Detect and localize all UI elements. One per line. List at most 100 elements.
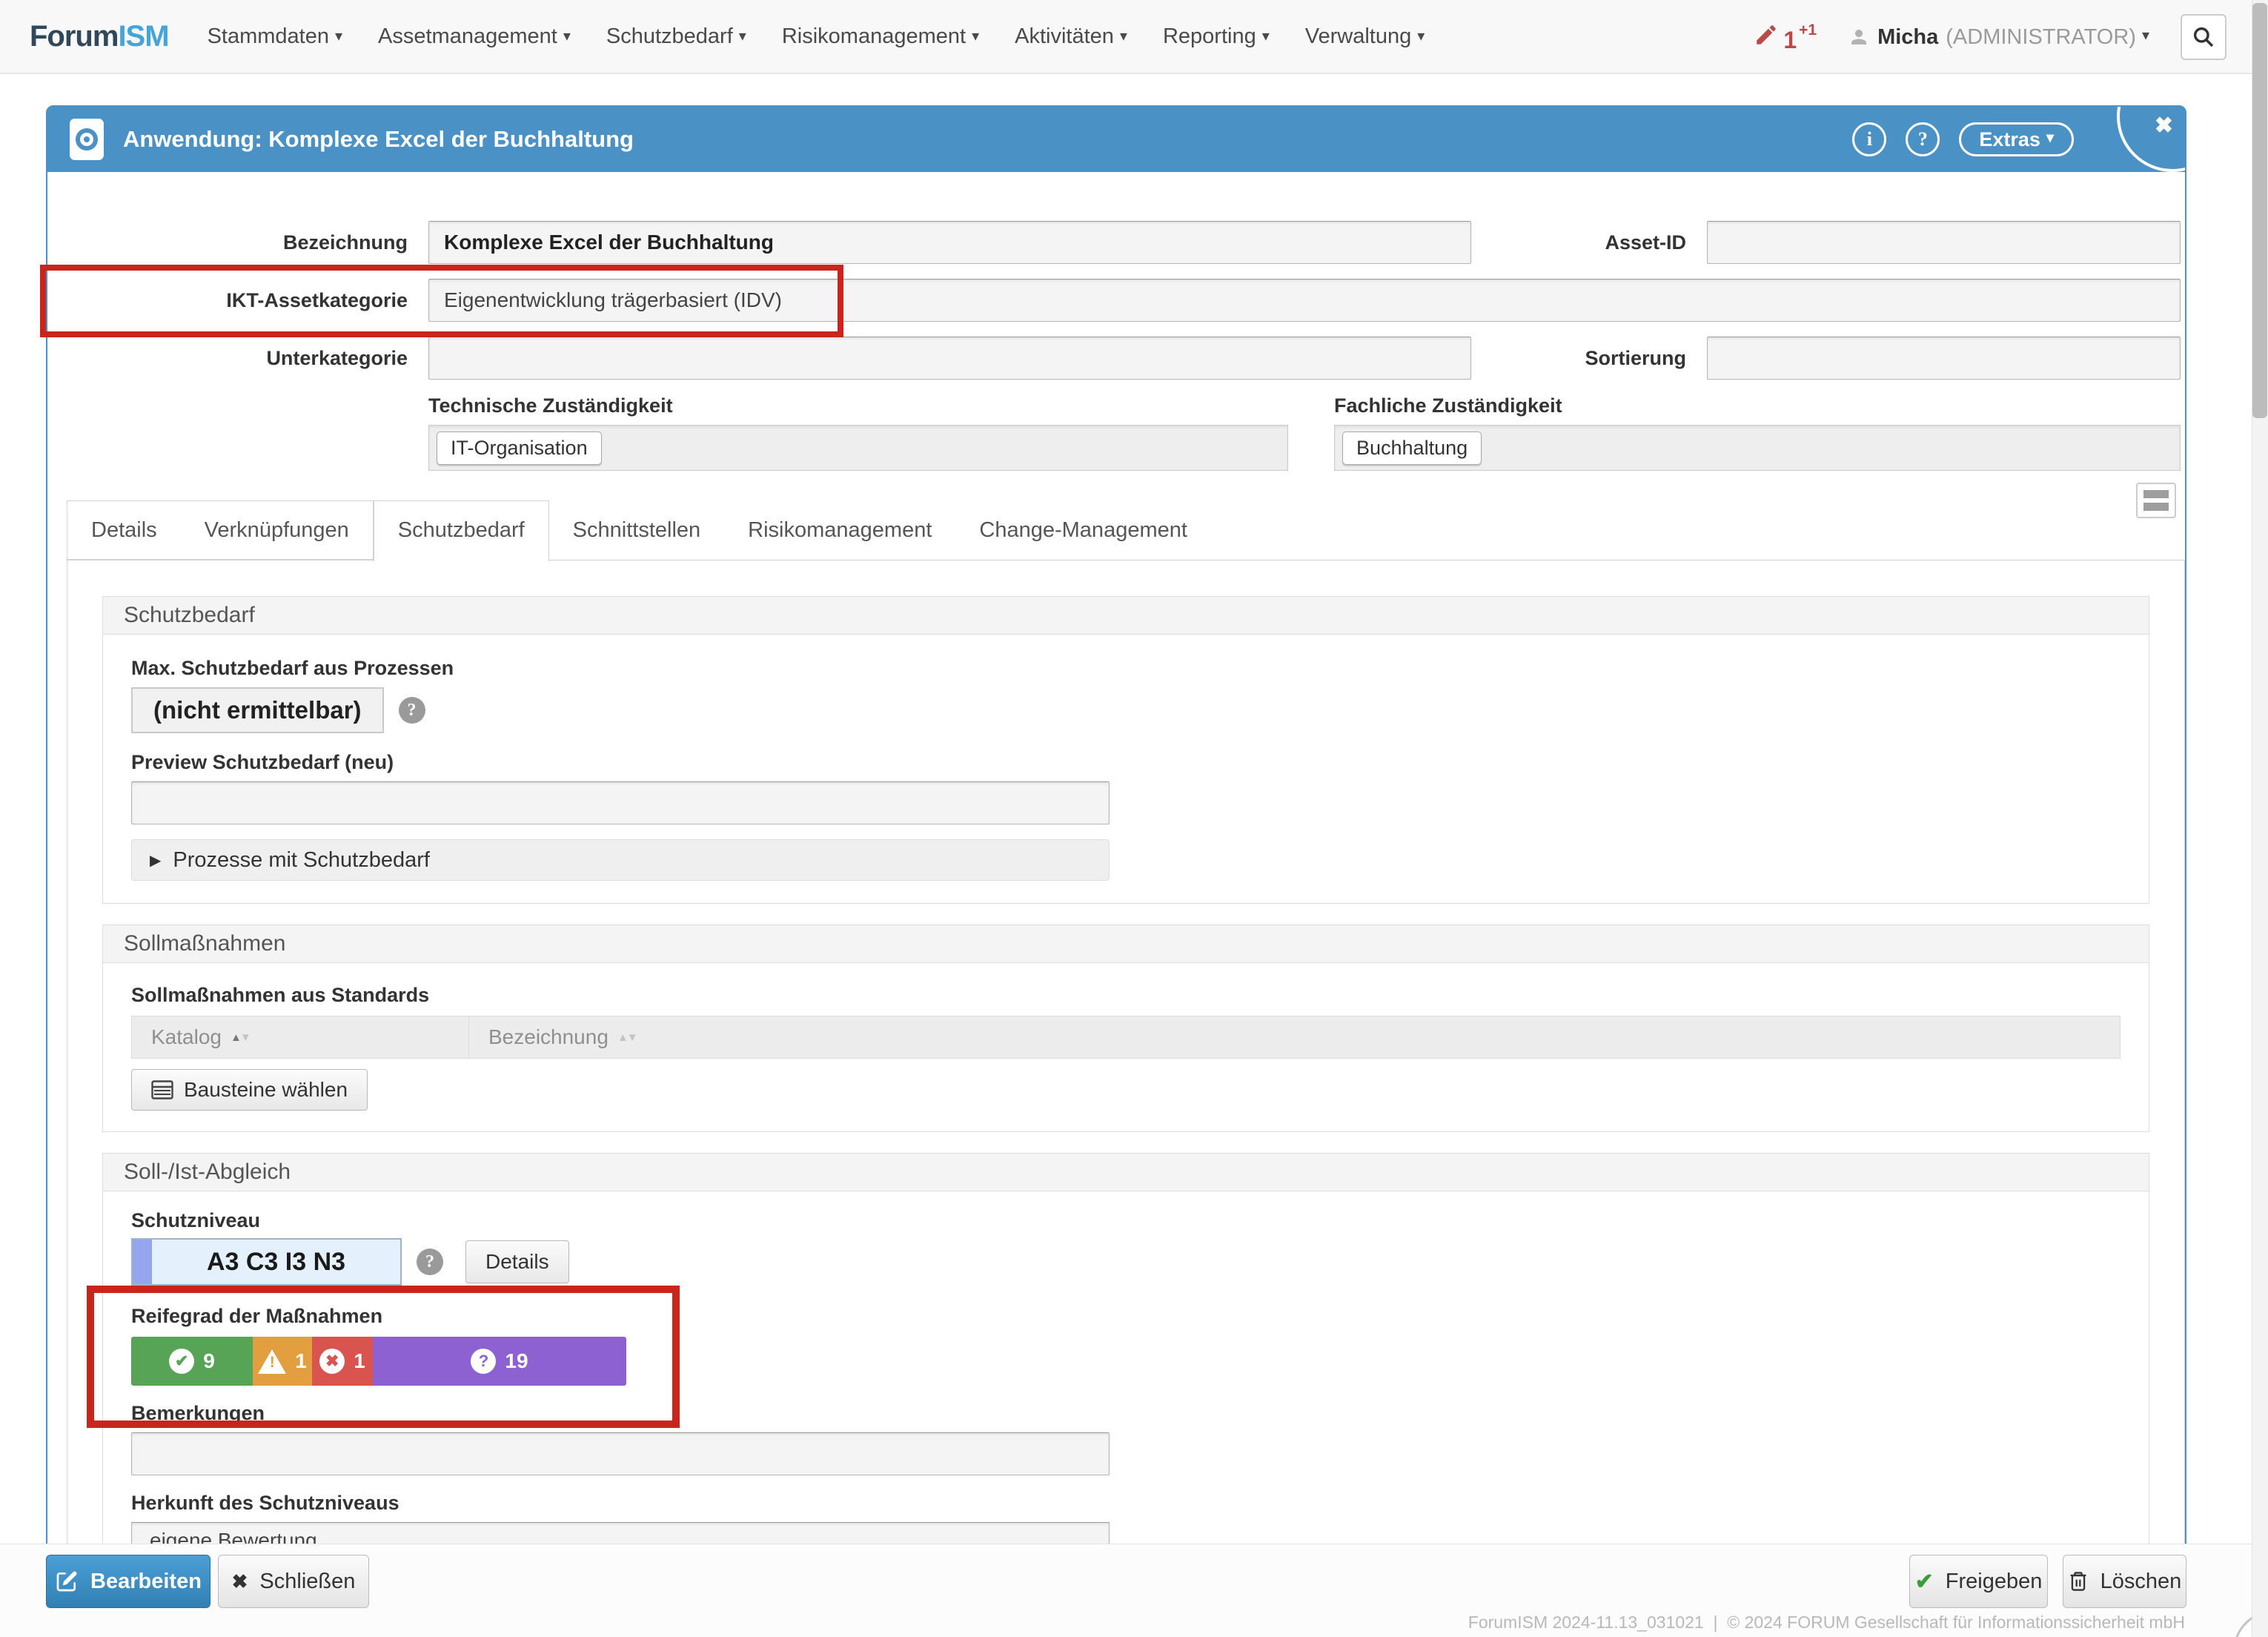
schutzniveau-value-box: A3 C3 I3 N3 [131,1238,402,1286]
action-bar: Bearbeiten ✖ Schließen ✔ Freigeben Lösch… [0,1544,2268,1637]
application-icon [70,119,104,160]
unterkategorie-label: Unterkategorie [47,347,408,370]
extras-dropdown[interactable]: Extras▾ [1959,122,2074,156]
preview-schutzbedarf-label: Preview Schutzbedarf (neu) [131,751,2121,774]
triangle-right-icon: ▶ [150,851,161,870]
max-schutzbedarf-value: (nicht ermittelbar) [131,687,384,733]
nav-item-stammdaten[interactable]: Stammdaten▾ [208,24,342,49]
modal-header: Anwendung: Komplexe Excel der Buchhaltun… [47,107,2185,172]
asset-id-label: Asset-ID [1492,231,1686,254]
bausteine-waehlen-button[interactable]: Bausteine wählen [131,1069,368,1111]
tab-change-management[interactable]: Change-Management [955,500,1211,560]
edit-count: 1 [1783,28,1797,52]
asset-id-field[interactable] [1707,221,2181,264]
tab-details[interactable]: Details [67,501,181,559]
user-menu[interactable]: Micha (ADMINISTRATOR) ▾ [1848,25,2149,50]
column-header-bezeichnung[interactable]: Bezeichnung▲▼ [469,1016,637,1058]
schutzniveau-value: A3 C3 I3 N3 [152,1240,400,1284]
segment-unknown[interactable]: ? 19 [373,1337,626,1386]
close-icon[interactable]: ✖ [2155,113,2173,139]
nav-item-schutzbedarf[interactable]: Schutzbedarf▾ [606,24,746,49]
ikt-assetkategorie-label: IKT-Assetkategorie [47,289,408,312]
technische-zustaendigkeit-label: Technische Zuständigkeit [428,394,1288,417]
ikt-assetkategorie-field[interactable]: Eigenentwicklung trägerbasiert (IDV) [428,279,2181,322]
section-soll-ist-abgleich: Soll-/Ist-Abgleich Schutzniveau A3 C3 I3… [102,1153,2149,1588]
nav-item-verwaltung[interactable]: Verwaltung▾ [1305,24,1425,49]
x-icon: ✖ [232,1570,248,1593]
column-header-katalog[interactable]: Katalog▲▼ [132,1016,469,1058]
nav-menu: Stammdaten▾ Assetmanagement▾ Schutzbedar… [208,24,1425,49]
technische-zustaendigkeit-field[interactable]: IT-Organisation [428,425,1288,471]
section-schutzbedarf: Schutzbedarf Max. Schutzbedarf aus Proze… [102,596,2149,904]
trash-icon [2068,1570,2089,1593]
segment-ok[interactable]: ✔ 9 [131,1337,253,1386]
nav-item-reporting[interactable]: Reporting▾ [1163,24,1270,49]
prozesse-collapse-toggle[interactable]: ▶ Prozesse mit Schutzbedarf [131,839,1110,881]
bemerkungen-field[interactable] [131,1432,1110,1475]
schutzniveau-color-strip [133,1240,152,1284]
search-button[interactable] [2181,14,2226,60]
tab-verknuepfungen[interactable]: Verknüpfungen [181,501,373,559]
fachliche-zustaendigkeit-label: Fachliche Zuständigkeit [1334,394,2181,417]
chevron-down-icon: ▾ [972,27,979,45]
bezeichnung-label: Bezeichnung [47,231,408,254]
corner-arc-decoration [2117,107,2185,172]
help-icon[interactable]: ? [399,697,425,724]
info-button[interactable]: i [1852,122,1886,156]
freigeben-button[interactable]: ✔ Freigeben [1909,1555,2048,1608]
table-icon [151,1080,173,1099]
bearbeiten-button[interactable]: Bearbeiten [46,1555,210,1608]
nav-item-assetmanagement[interactable]: Assetmanagement▾ [378,24,571,49]
section-schutzbedarf-title: Schutzbedarf [103,597,2149,635]
help-button[interactable]: ? [1906,122,1940,156]
chevron-down-icon: ▾ [563,27,571,45]
schutzbedarf-panel: Schutzbedarf Max. Schutzbedarf aus Proze… [67,560,2185,1635]
fachliche-zustaendigkeit-field[interactable]: Buchhaltung [1334,425,2181,471]
standards-table-header: Katalog▲▼ Bezeichnung▲▼ [131,1016,2121,1059]
nav-item-risikomanagement[interactable]: Risikomanagement▾ [782,24,979,49]
chevron-down-icon: ▾ [1262,27,1270,45]
x-circle-icon: ✖ [319,1349,345,1374]
sort-icons[interactable]: ▲▼ [617,1031,637,1044]
section-sollmassnahmen-title: Sollmaßnahmen [103,925,2149,963]
scrollbar-thumb[interactable] [2252,3,2267,418]
chevron-down-icon: ▾ [2046,128,2054,147]
pencil-icon [1754,22,1779,47]
edit-lock-badge[interactable]: 1 +1 [1754,22,1817,52]
page-scrollbar[interactable] [2252,0,2268,1637]
chip-it-organisation[interactable]: IT-Organisation [437,431,602,465]
help-icon[interactable]: ? [417,1249,443,1275]
details-button[interactable]: Details [465,1240,569,1283]
loeschen-button[interactable]: Löschen [2063,1555,2186,1608]
bezeichnung-field[interactable]: Komplexe Excel der Buchhaltung [428,221,1471,264]
user-name: Micha [1877,25,1938,50]
schliessen-button[interactable]: ✖ Schließen [218,1555,369,1608]
sort-icons[interactable]: ▲▼ [231,1031,250,1044]
page: ForumISM Stammdaten▾ Assetmanagement▾ Sc… [0,0,2268,1637]
footer-version-text: ForumISM 2024-11.13_031021 | © 2024 FORU… [1468,1613,2185,1633]
chevron-down-icon: ▾ [1120,27,1127,45]
tab-bar: Details Verknüpfungen Schutzbedarf Schni… [67,500,2185,560]
user-role: (ADMINISTRATOR) [1946,25,2136,50]
asset-modal: Anwendung: Komplexe Excel der Buchhaltun… [46,105,2186,1637]
edit-count-extra: +1 [1799,22,1817,38]
segment-warning[interactable]: ! 1 [253,1337,312,1386]
edit-icon [55,1570,79,1593]
question-circle-icon: ? [471,1349,496,1374]
nav-item-aktivitaeten[interactable]: Aktivitäten▾ [1015,24,1127,49]
herkunft-label: Herkunft des Schutzniveaus [131,1492,2121,1515]
brand-logo[interactable]: ForumISM [30,20,169,53]
segment-error[interactable]: ✖ 1 [312,1337,373,1386]
modal-body: Bezeichnung Komplexe Excel der Buchhaltu… [47,172,2185,1637]
chip-buchhaltung[interactable]: Buchhaltung [1342,431,1482,465]
tab-schutzbedarf[interactable]: Schutzbedarf [374,500,549,561]
unterkategorie-field[interactable] [428,337,1471,380]
sortierung-field[interactable] [1707,337,2181,380]
sortierung-label: Sortierung [1492,347,1686,370]
warning-triangle-icon: ! [258,1349,286,1374]
tab-risikomanagement[interactable]: Risikomanagement [724,500,955,560]
tab-schnittstellen[interactable]: Schnittstellen [549,500,725,560]
modal-title: Anwendung: Komplexe Excel der Buchhaltun… [123,126,634,153]
preview-schutzbedarf-field[interactable] [131,781,1110,824]
tab-group: Details Verknüpfungen [67,500,374,560]
